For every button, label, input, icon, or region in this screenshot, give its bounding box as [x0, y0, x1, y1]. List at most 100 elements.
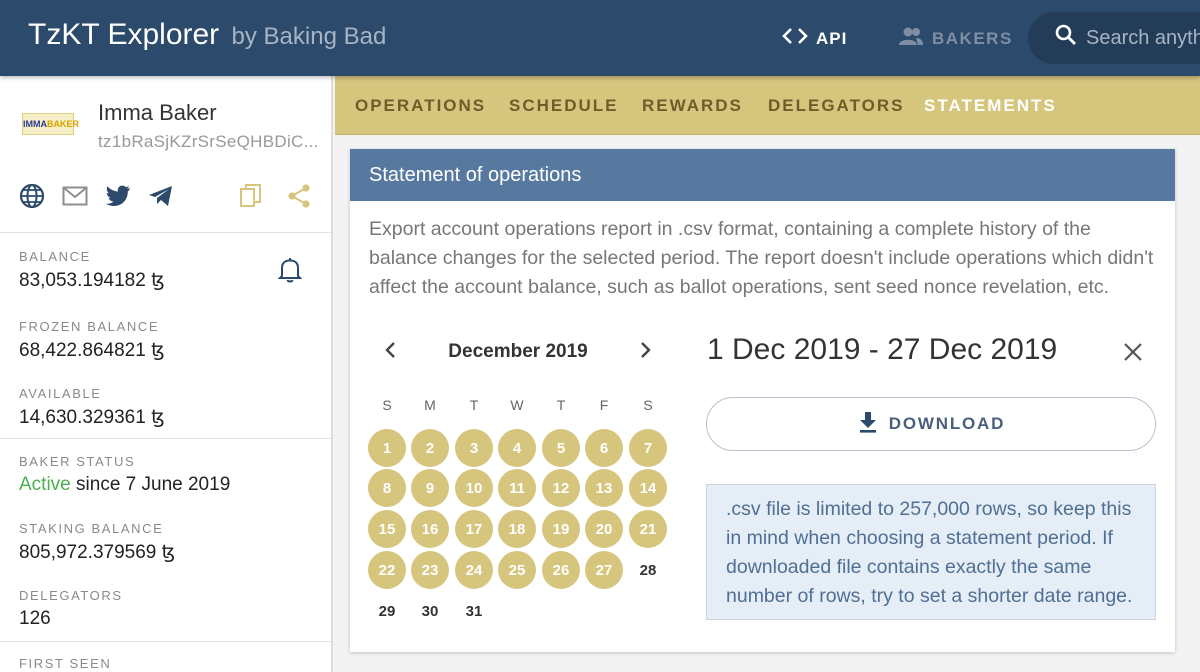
nav-bakers-link[interactable]: BAKERS [898, 26, 1013, 51]
available-value: 14,630.329361 ꜩ [19, 407, 165, 428]
calendar-day[interactable]: 2 [411, 429, 449, 467]
calendar-day[interactable]: 19 [542, 510, 580, 548]
staking-balance-label: STAKING BALANCE [19, 521, 164, 536]
weekday-label: S [643, 397, 653, 413]
share-icon[interactable] [285, 182, 313, 210]
calendar-day[interactable]: 13 [585, 469, 623, 507]
tab-schedule[interactable]: SCHEDULE [509, 96, 619, 116]
statement-card: Statement of operations Export account o… [350, 149, 1175, 652]
baker-name: Imma Baker [98, 100, 217, 125]
calendar-day[interactable]: 11 [498, 469, 536, 507]
calendar-day[interactable]: 10 [455, 469, 493, 507]
weekday-label: T [469, 397, 479, 413]
globe-icon[interactable] [18, 182, 46, 210]
calendar-day[interactable]: 15 [368, 510, 406, 548]
calendar-day[interactable]: 21 [629, 510, 667, 548]
nav-bakers-label: BAKERS [932, 28, 1013, 48]
close-icon[interactable] [1122, 341, 1144, 368]
mail-icon[interactable] [61, 182, 89, 210]
calendar-day[interactable]: 14 [629, 469, 667, 507]
calendar-day[interactable]: 17 [455, 510, 493, 548]
calendar-day[interactable]: 9 [411, 469, 449, 507]
weekday-label: S [382, 397, 392, 413]
download-icon [857, 410, 879, 439]
delegators-label: DELEGATORS [19, 588, 123, 603]
bell-icon[interactable] [277, 257, 303, 288]
calendar-day[interactable]: 1 [368, 429, 406, 467]
csv-limit-note: .csv file is limited to 257,000 rows, so… [706, 484, 1156, 620]
calendar-day[interactable]: 29 [368, 592, 406, 630]
calendar-day[interactable]: 26 [542, 551, 580, 589]
logo-text-1: IMMA [23, 119, 47, 129]
date-range: 1 Dec 2019 - 27 Dec 2019 [707, 333, 1058, 366]
calendar-day[interactable]: 12 [542, 469, 580, 507]
calendar-day[interactable]: 3 [455, 429, 493, 467]
search-icon [1054, 23, 1086, 53]
calendar-day[interactable]: 20 [585, 510, 623, 548]
tab-operations[interactable]: OPERATIONS [355, 96, 486, 116]
tab-bar: OPERATIONS SCHEDULE REWARDS DELEGATORS S… [335, 76, 1200, 135]
calendar-day[interactable]: 31 [455, 592, 493, 630]
baker-sidebar: IMMABAKER Imma Baker tz1bRaSjKZrSrSeQHBD… [0, 76, 333, 672]
baker-address[interactable]: tz1bRaSjKZrSrSeQHBDiC... [98, 132, 319, 152]
calendar-day[interactable]: 4 [498, 429, 536, 467]
weekday-label: F [599, 397, 609, 413]
baker-logo: IMMABAKER [22, 113, 79, 135]
delegators-value: 126 [19, 608, 51, 629]
divider [0, 641, 331, 642]
download-button[interactable]: DOWNLOAD [706, 397, 1156, 451]
logo-text-2: BAKER [47, 119, 80, 129]
calendar-day[interactable]: 6 [585, 429, 623, 467]
calendar-day[interactable]: 28 [629, 551, 667, 589]
balance-value: 83,053.194182 ꜩ [19, 270, 165, 291]
calendar-day[interactable]: 27 [585, 551, 623, 589]
card-title: Statement of operations [350, 149, 1175, 201]
chevron-right-icon[interactable] [634, 339, 656, 366]
tab-statements[interactable]: STATEMENTS [924, 96, 1057, 116]
first-seen-label: FIRST SEEN [19, 656, 112, 671]
calendar-day[interactable]: 25 [498, 551, 536, 589]
brand-title: TzKT Explorer [28, 18, 220, 51]
staking-balance-value: 805,972.379569 ꜩ [19, 542, 176, 563]
search-input[interactable]: Search anythi [1028, 12, 1200, 64]
twitter-icon[interactable] [104, 182, 132, 210]
baker-status-value: Active since 7 June 2019 [19, 474, 230, 496]
calendar-day[interactable]: 8 [368, 469, 406, 507]
brand-subtitle: by Baking Bad [231, 23, 387, 50]
calendar-day[interactable]: 24 [455, 551, 493, 589]
calendar-day[interactable]: 23 [411, 551, 449, 589]
frozen-balance-value: 68,422.864821 ꜩ [19, 340, 165, 361]
people-icon [898, 26, 924, 51]
status-active: Active [19, 474, 71, 495]
chevron-left-icon[interactable] [380, 339, 402, 366]
nav-api-label: API [816, 28, 848, 48]
calendar-day[interactable]: 5 [542, 429, 580, 467]
search-placeholder: Search anythi [1086, 26, 1200, 49]
calendar-day[interactable]: 22 [368, 551, 406, 589]
calendar-day[interactable]: 16 [411, 510, 449, 548]
balance-label: BALANCE [19, 249, 91, 264]
weekday-label: W [510, 397, 524, 413]
calendar-day[interactable]: 18 [498, 510, 536, 548]
top-bar: TzKT Explorer by Baking Bad API BAKERS S… [0, 0, 1200, 76]
baker-status-label: BAKER STATUS [19, 454, 136, 469]
tab-delegators[interactable]: DELEGATORS [768, 96, 905, 116]
copy-icon[interactable] [237, 182, 265, 210]
calendar-day[interactable]: 7 [629, 429, 667, 467]
weekday-label: T [556, 397, 566, 413]
brand[interactable]: TzKT Explorer by Baking Bad [28, 18, 386, 52]
available-label: AVAILABLE [19, 386, 102, 401]
tab-rewards[interactable]: REWARDS [642, 96, 743, 116]
calendar-month: December 2019 [448, 341, 588, 362]
divider [0, 438, 331, 439]
status-since: since 7 June 2019 [70, 474, 231, 495]
card-description: Export account operations report in .csv… [369, 218, 1154, 298]
download-label: DOWNLOAD [888, 414, 1006, 433]
telegram-icon[interactable] [147, 182, 175, 210]
frozen-balance-label: FROZEN BALANCE [19, 319, 160, 334]
calendar-day[interactable]: 30 [411, 592, 449, 630]
social-links [18, 182, 318, 212]
divider [0, 232, 331, 233]
nav-api-link[interactable]: API [782, 26, 847, 51]
weekday-label: M [424, 397, 436, 413]
